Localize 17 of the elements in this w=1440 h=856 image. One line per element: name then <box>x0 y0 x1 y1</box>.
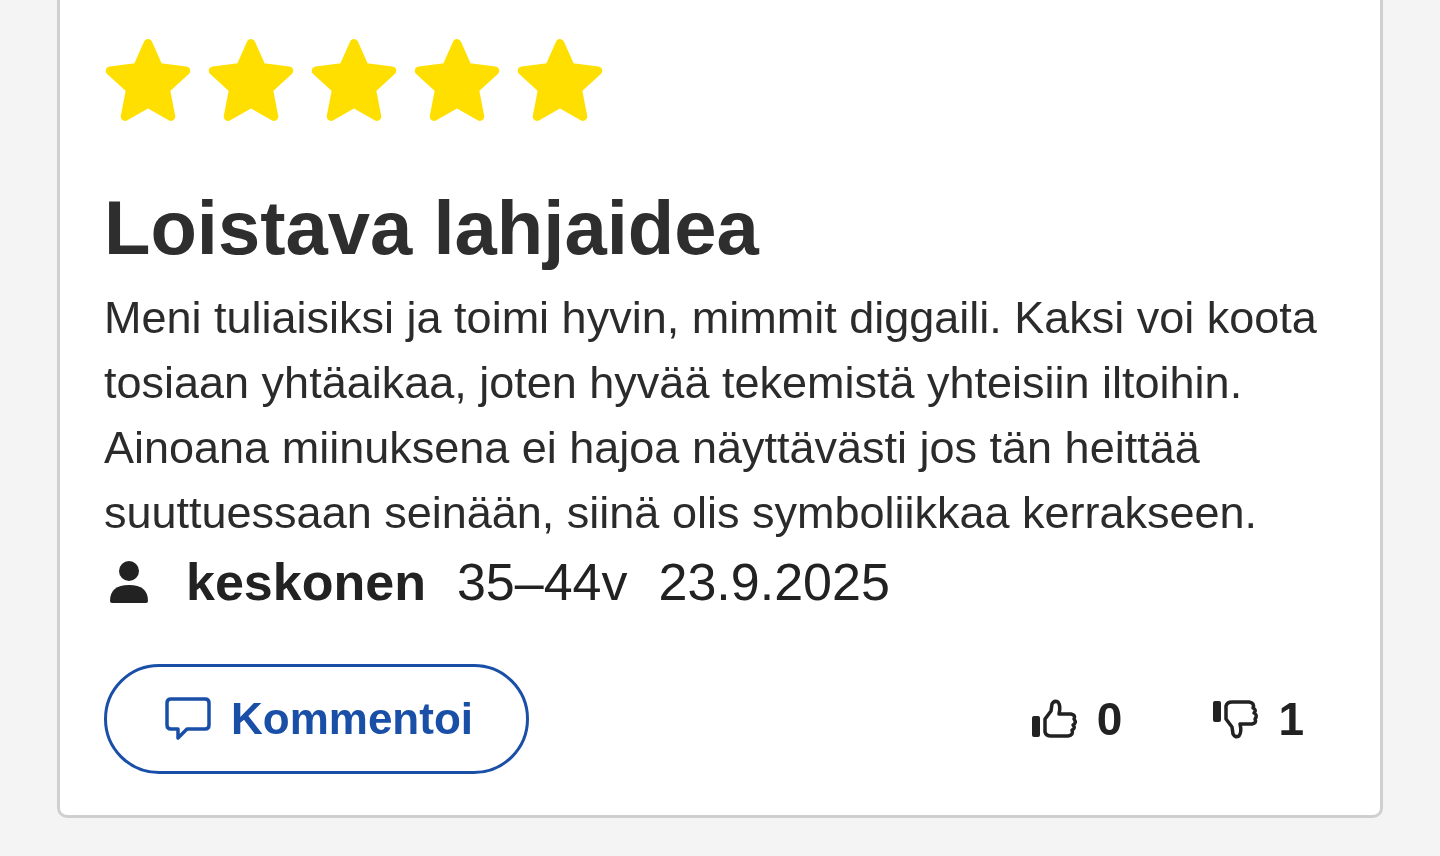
author-name: keskonen <box>186 552 426 612</box>
star-icon <box>413 38 501 122</box>
person-icon <box>108 561 150 603</box>
star-icon <box>516 38 604 122</box>
thumbs-down-icon <box>1212 699 1261 739</box>
review-text: Meni tuliaisiksi ja toimi hyvin, mimmit diggaili. Kaksi voi koota tosiaan yhtäaikaa, joten hyvää tekemistä yhteisiin iltoihin. Ainoana miinuksena ei hajoa näyttävästi jos tän heittää suuttuessaan seinään, siinä olis symboliikkaa kerrakseen. <box>104 291 1318 540</box>
age-group: 35–44v <box>456 552 628 612</box>
thumbs-up-icon <box>1030 699 1079 739</box>
star-icon <box>104 38 192 122</box>
speech-bubble-icon <box>165 697 211 741</box>
star-icon <box>310 38 398 122</box>
review-title: Loistava lahjaidea <box>104 188 761 268</box>
thumbs-down-button[interactable]: 1 <box>1212 692 1304 746</box>
star-icon <box>207 38 295 122</box>
review-date: 23.9.2025 <box>658 552 890 612</box>
thumbs-up-button[interactable]: 0 <box>1030 692 1123 746</box>
comment-button[interactable]: Kommentoi <box>104 664 529 774</box>
